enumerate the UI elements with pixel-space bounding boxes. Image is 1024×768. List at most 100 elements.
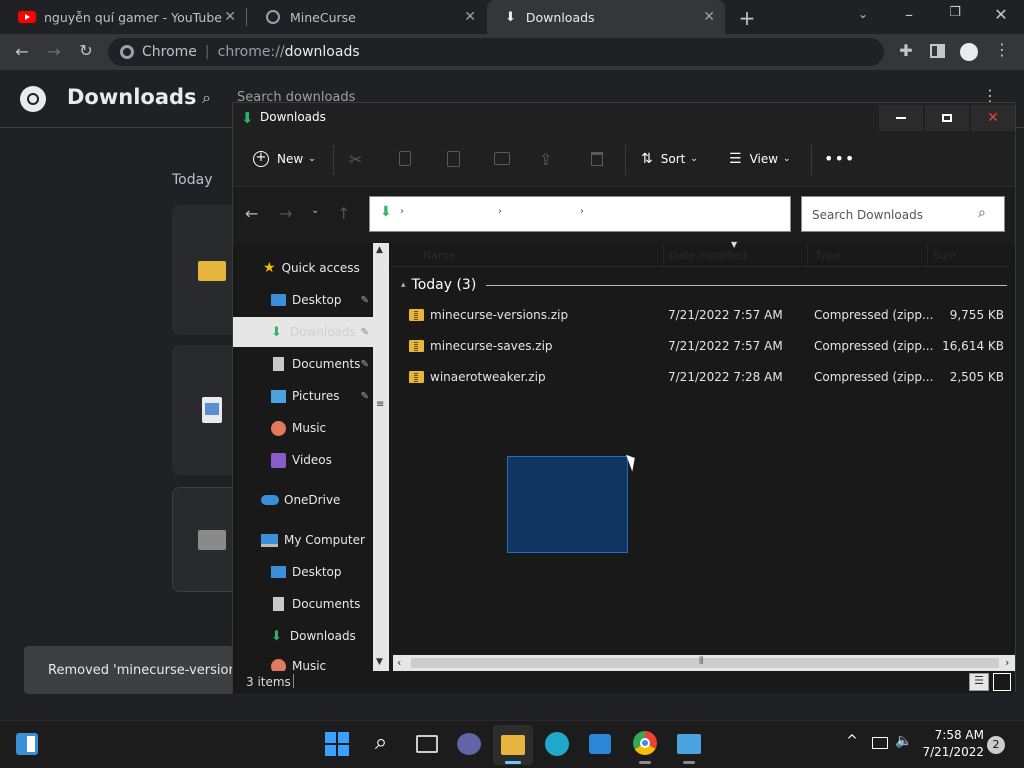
page-title: Downloads — [67, 85, 197, 109]
breadcrumb-chevron[interactable]: › — [498, 206, 502, 217]
view-button[interactable]: ☰ View ⌄ — [729, 151, 791, 167]
nav-mc-downloads[interactable]: ⬇ Downloads — [233, 621, 373, 651]
column-size[interactable]: Size — [933, 249, 956, 262]
tab-title: nguyễn quí gamer - YouTube — [44, 9, 222, 25]
address-bar-row: ← → ⌄ ↑ ⬇ › › › Search Downloads ⌕ — [233, 187, 1015, 243]
breadcrumb-chevron[interactable]: › — [400, 206, 404, 217]
forward-icon[interactable]: → — [279, 204, 292, 223]
sort-button[interactable]: ⇅ Sort ⌄ — [641, 151, 698, 167]
address-path-box[interactable]: ⬇ › › › — [369, 196, 791, 232]
rdp-icon[interactable] — [677, 734, 701, 754]
chat-icon[interactable] — [457, 733, 481, 755]
details-view-icon[interactable]: ☰ — [969, 673, 989, 691]
close-window-icon[interactable]: ✕ — [990, 5, 1012, 24]
nav-quick-access[interactable]: ★ Quick access — [233, 253, 373, 283]
close-tab-icon[interactable]: ✕ — [703, 9, 715, 25]
back-icon[interactable]: ← — [10, 42, 34, 61]
tab-search-icon[interactable]: ⌄ — [852, 7, 874, 21]
new-tab-button[interactable]: + — [736, 6, 758, 30]
reload-icon[interactable]: ↻ — [74, 41, 98, 60]
file-row[interactable]: winaerotweaker.zip 7/21/2022 7:28 AM Com… — [409, 361, 1009, 392]
tab-minecurse[interactable]: MineCurse ✕ — [248, 0, 486, 34]
scroll-right-icon[interactable]: › — [1005, 656, 1009, 669]
start-button-icon[interactable] — [325, 732, 349, 756]
tab-youtube[interactable]: nguyễn quí gamer - YouTube ✕ — [0, 0, 246, 34]
copy-icon[interactable] — [399, 151, 411, 166]
maximize-button[interactable] — [925, 105, 969, 131]
file-type: Compressed (zipp... — [814, 338, 934, 353]
show-hidden-icons-icon[interactable]: ^ — [842, 733, 862, 749]
more-options-icon[interactable]: ••• — [824, 149, 855, 168]
column-date[interactable]: Date modified — [669, 249, 747, 262]
chrome-logo-icon — [20, 86, 46, 112]
side-panel-icon[interactable] — [930, 44, 945, 58]
command-bar: + New ⌄ ✂ ⇪ ⇅ Sort ⌄ ☰ View ⌄ ••• — [233, 133, 1015, 187]
column-name[interactable]: Name — [423, 249, 455, 262]
delete-icon[interactable] — [591, 152, 603, 166]
network-icon[interactable] — [872, 737, 888, 749]
clock-date[interactable]: 7/21/2022 — [916, 745, 984, 759]
up-icon[interactable]: ↑ — [337, 204, 350, 223]
close-tab-icon[interactable]: ✕ — [464, 9, 476, 25]
rename-icon[interactable] — [494, 152, 510, 165]
new-button[interactable]: + New ⌄ — [253, 151, 316, 167]
notification-badge[interactable]: 2 — [987, 736, 1005, 754]
nav-onedrive[interactable]: OneDrive — [233, 485, 373, 515]
nav-videos[interactable]: Videos — [233, 445, 373, 475]
share-icon[interactable]: ⇪ — [539, 150, 552, 169]
extensions-icon[interactable]: ✚ — [894, 41, 918, 60]
store-icon[interactable] — [589, 734, 611, 754]
nav-mc-desktop[interactable]: Desktop — [233, 557, 373, 587]
file-row[interactable]: minecurse-saves.zip 7/21/2022 7:57 AM Co… — [409, 330, 1009, 361]
search-downloads-input[interactable]: Search Downloads ⌕ — [801, 196, 1005, 232]
tiles-view-icon[interactable] — [993, 673, 1011, 691]
profile-avatar-icon[interactable] — [960, 43, 978, 61]
scroll-grip-icon[interactable]: ⦀ — [699, 656, 703, 667]
nav-documents[interactable]: Documents ✎ — [233, 349, 373, 379]
scroll-up-icon[interactable]: ▲ — [376, 245, 383, 255]
column-type[interactable]: Type — [815, 249, 840, 262]
file-row[interactable]: minecurse-versions.zip 7/21/2022 7:57 AM… — [409, 299, 1009, 330]
nav-my-computer[interactable]: My Computer — [233, 525, 373, 555]
recent-locations-icon[interactable]: ⌄ — [311, 205, 319, 216]
explorer-titlebar[interactable]: ⬇ Downloads ✕ — [233, 103, 1015, 133]
close-button[interactable]: ✕ — [971, 105, 1015, 131]
scroll-thumb[interactable] — [411, 658, 999, 668]
chrome-taskbar-icon[interactable] — [633, 731, 657, 755]
clock-time[interactable]: 7:58 AM — [920, 728, 984, 742]
edge-icon[interactable] — [545, 732, 569, 756]
back-icon[interactable]: ← — [245, 204, 258, 223]
close-tab-icon[interactable]: ✕ — [224, 9, 236, 25]
tab-downloads[interactable]: ⬇ Downloads ✕ — [487, 0, 725, 34]
file-explorer-taskbar-button[interactable] — [493, 725, 533, 765]
file-name: minecurse-versions.zip — [430, 307, 569, 322]
nav-mc-music[interactable]: Music — [233, 653, 373, 671]
volume-icon[interactable]: 🔈 — [894, 733, 914, 749]
group-header[interactable]: ▴ Today (3) — [401, 277, 1007, 293]
nav-downloads-selected[interactable]: ⬇ Downloads ✎ — [233, 317, 373, 347]
cut-icon[interactable]: ✂ — [349, 150, 362, 169]
minimize-button[interactable] — [879, 105, 923, 131]
search-icon[interactable]: ⌕ — [202, 88, 211, 108]
omnibox[interactable]: Chrome | chrome:// downloads — [108, 38, 884, 66]
nav-desktop[interactable]: Desktop ✎ — [233, 285, 373, 315]
scroll-down-icon[interactable]: ▼ — [376, 657, 383, 667]
paste-icon[interactable] — [447, 151, 460, 167]
nav-mc-documents[interactable]: Documents — [233, 589, 373, 619]
scroll-left-icon[interactable]: ‹ — [397, 656, 401, 669]
nav-music[interactable]: Music — [233, 413, 373, 443]
search-icon[interactable]: ⌕ — [369, 730, 393, 755]
minimize-window-icon[interactable]: – — [898, 5, 920, 24]
restore-window-icon[interactable]: ❐ — [944, 5, 966, 20]
nav-scrollbar[interactable]: ▲ ≡ ▼ — [373, 243, 389, 671]
forward-icon[interactable]: → — [42, 42, 66, 61]
horizontal-scrollbar[interactable]: ‹ ⦀ › — [393, 655, 1015, 671]
menu-kebab-icon[interactable]: ⋮ — [992, 40, 1012, 59]
nav-pictures[interactable]: Pictures ✎ — [233, 381, 373, 411]
download-icon: ⬇ — [271, 324, 282, 340]
running-indicator — [683, 761, 695, 764]
task-view-icon[interactable] — [416, 735, 438, 753]
scroll-grip-icon[interactable]: ≡ — [376, 399, 384, 410]
breadcrumb-chevron[interactable]: › — [580, 206, 584, 217]
widgets-icon[interactable] — [16, 733, 38, 755]
